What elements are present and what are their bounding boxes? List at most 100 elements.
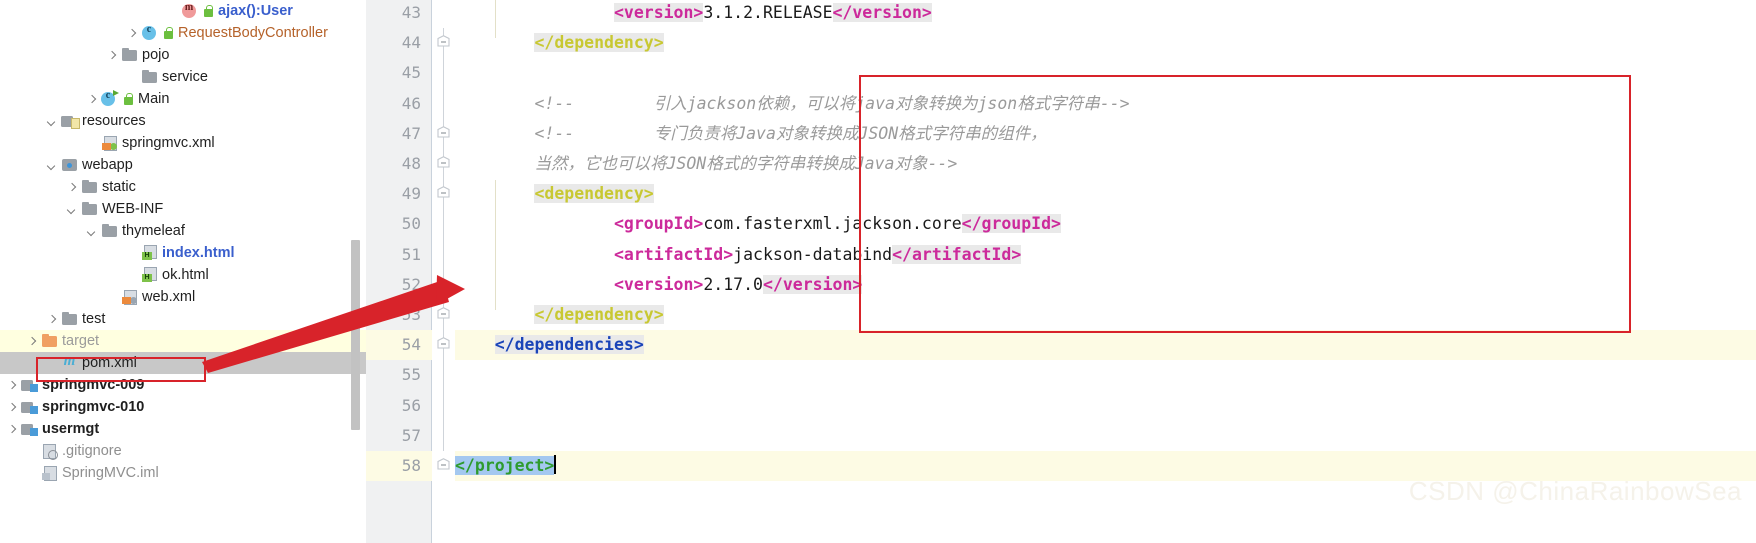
line-number-58: 58 xyxy=(401,456,421,475)
chevron-right-icon[interactable] xyxy=(86,93,99,106)
project-tree-panel[interactable]: ajax():User RequestBodyController pojo serv… xyxy=(0,0,366,543)
fold-toggle-line-44[interactable] xyxy=(436,35,451,50)
code-line-53[interactable]: </dependency> xyxy=(455,300,664,330)
tree-item-test[interactable]: test xyxy=(0,308,366,330)
chevron-down-icon[interactable] xyxy=(46,159,59,172)
tree-item-springmvc-xml[interactable]: springmvc.xml xyxy=(0,132,366,154)
fold-toggle-line-58[interactable] xyxy=(436,458,451,473)
tree-item-springmvc-iml[interactable]: SpringMVC.iml xyxy=(0,462,366,484)
tree-item-main[interactable]: Main xyxy=(0,88,366,110)
tree-item-label: pom.xml xyxy=(82,355,137,371)
tree-item-target[interactable]: target xyxy=(0,330,366,352)
chevron-right-icon[interactable] xyxy=(26,335,39,348)
tree-item-ajax-user[interactable]: ajax():User xyxy=(0,0,366,22)
code-line-52[interactable]: <version>2.17.0</version> xyxy=(455,270,863,300)
code-token: </artifactId> xyxy=(892,244,1022,264)
line-number-51: 51 xyxy=(401,244,421,264)
line-number-53: 53 xyxy=(401,305,421,324)
code-line-49[interactable]: <dependency> xyxy=(455,179,654,209)
code-token: 2.17.0 xyxy=(703,274,763,294)
chevron-down-icon[interactable] xyxy=(46,115,59,128)
code-token: <!-- 引入jackson依赖，可以将java对象转换为json格式字符串--… xyxy=(534,93,1130,113)
tree-item-static[interactable]: static xyxy=(0,176,366,198)
line-number-56: 56 xyxy=(401,395,421,415)
line-number-55: 55 xyxy=(401,365,421,385)
tree-item-web-inf[interactable]: WEB-INF xyxy=(0,198,366,220)
code-line-44[interactable]: </dependency> xyxy=(455,28,664,58)
fold-toggle-line-49[interactable] xyxy=(436,186,451,201)
code-token: 3.1.2.RELEASE xyxy=(703,3,833,22)
code-token: </dependency> xyxy=(534,33,664,53)
chevron-down-icon[interactable] xyxy=(86,225,99,238)
tree-item-gitignore[interactable]: .gitignore xyxy=(0,440,366,462)
tree-item-label: static xyxy=(102,179,136,195)
fold-toggle-line-53[interactable] xyxy=(436,307,451,322)
tree-item-pojo[interactable]: pojo xyxy=(0,44,366,66)
fold-toggle-line-47[interactable] xyxy=(436,125,451,141)
chevron-right-icon[interactable] xyxy=(46,313,59,326)
tree-item-index-html[interactable]: index.html xyxy=(0,242,366,264)
chevron-right-icon[interactable] xyxy=(6,379,19,392)
chevron-down-icon[interactable] xyxy=(66,203,79,216)
line-number-44: 44 xyxy=(401,33,421,53)
tree-item-web-xml[interactable]: web.xml xyxy=(0,286,366,308)
fold-toggle-line-48[interactable] xyxy=(436,156,451,171)
chevron-right-icon[interactable] xyxy=(106,49,119,62)
code-line-43[interactable]: <version>3.1.2.RELEASE</version> xyxy=(455,0,932,28)
code-line-51[interactable]: <artifactId>jackson-databind</artifactId… xyxy=(455,240,1022,270)
chevron-right-icon[interactable] xyxy=(6,401,19,414)
editor-gutter[interactable]: 43 44 45 46 47 48 49 50 51 52 53 54 55 56 57 58 xyxy=(366,0,432,543)
code-token: com.fasterxml.jackson.core xyxy=(703,214,962,234)
tree-item-requestbodycontroller[interactable]: RequestBodyController xyxy=(0,22,366,44)
fold-region-line xyxy=(443,28,444,451)
tree-item-label: index.html xyxy=(162,245,235,261)
code-line-48[interactable]: 当然，它也可以将JSON格式的字符串转换成Java对象--> xyxy=(455,149,957,179)
xml-badge-icon xyxy=(130,297,137,304)
tree-item-usermgt[interactable]: usermgt xyxy=(0,418,366,440)
line-number-48: 48 xyxy=(401,154,421,173)
tree-item-label: web.xml xyxy=(142,289,196,305)
tree-item-springmvc-009[interactable]: springmvc-009 xyxy=(0,374,366,396)
chevron-right-icon[interactable] xyxy=(126,27,139,40)
tree-item-label: service xyxy=(162,69,208,85)
clsrun-icon xyxy=(100,90,119,107)
iml-icon xyxy=(41,465,58,481)
line-number-50: 50 xyxy=(401,214,421,234)
tree-item-label: webapp xyxy=(82,157,133,173)
code-line-50[interactable]: <groupId>com.fasterxml.jackson.core</gro… xyxy=(455,209,1061,239)
fold-gutter[interactable] xyxy=(433,0,455,543)
tree-vertical-scrollbar[interactable] xyxy=(351,240,360,430)
tree-item-ok-html[interactable]: ok.html xyxy=(0,264,366,286)
tree-item-webapp[interactable]: webapp xyxy=(0,154,366,176)
tree-item-springmvc-010[interactable]: springmvc-010 xyxy=(0,396,366,418)
ide-screenshot: ajax():User RequestBodyController pojo serv… xyxy=(0,0,1756,543)
csdn-watermark: CSDN @ChinaRainbowSea xyxy=(1408,476,1742,506)
tree-item-thymeleaf[interactable]: thymeleaf xyxy=(0,220,366,242)
project-tree-list[interactable]: ajax():User RequestBodyController pojo serv… xyxy=(0,0,366,484)
chevron-right-icon[interactable] xyxy=(6,423,19,436)
tree-item-pom-xml[interactable]: pom.xml xyxy=(0,352,366,374)
tree-item-label: springmvc-009 xyxy=(42,377,145,393)
code-line-54[interactable]: </dependencies> xyxy=(455,330,1756,361)
folder-mod-icon xyxy=(21,377,38,393)
folder-res-icon xyxy=(61,113,80,129)
folder-mod-icon xyxy=(21,399,38,415)
tree-item-service[interactable]: service xyxy=(0,66,366,88)
chevron-right-icon[interactable] xyxy=(66,181,79,194)
code-line-46[interactable]: <!-- 引入jackson依赖，可以将java对象转换为json格式字符串--… xyxy=(455,89,1130,119)
code-content[interactable]: <version>3.1.2.RELEASE</version> </depen… xyxy=(455,0,1756,543)
code-line-47[interactable]: <!-- 专门负责将Java对象转换成JSON格式字符串的组件， xyxy=(455,119,1046,149)
tree-item-label: resources xyxy=(82,113,146,129)
code-editor[interactable]: 43 44 45 46 47 48 49 50 51 52 53 54 55 56 57 58 <versio… xyxy=(366,0,1756,543)
xml-badge-icon xyxy=(110,143,117,150)
tree-item-resources[interactable]: resources xyxy=(0,110,366,132)
html-icon xyxy=(141,267,158,283)
code-token: <groupId> xyxy=(613,214,704,234)
fold-toggle-line-54[interactable] xyxy=(436,337,451,352)
xml-icon xyxy=(101,135,118,151)
